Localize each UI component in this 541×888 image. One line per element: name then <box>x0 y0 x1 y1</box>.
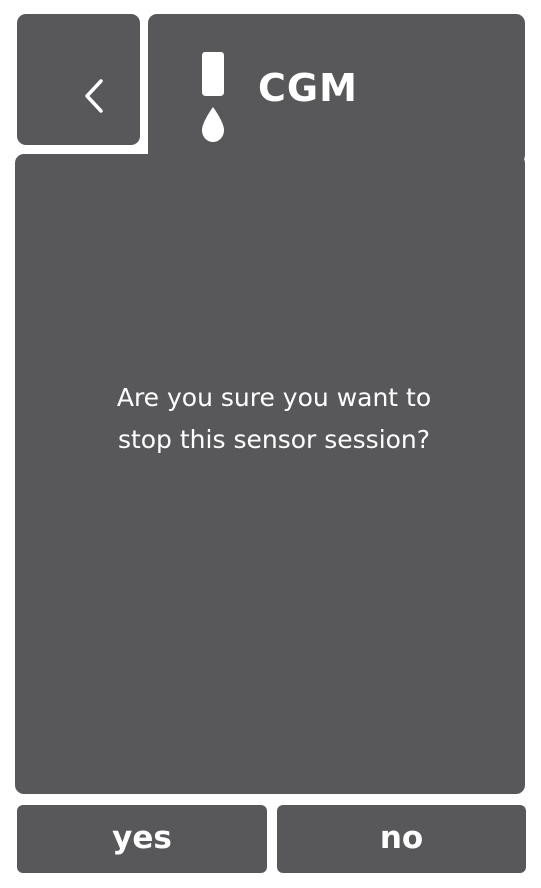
message-line-1: Are you sure you want to <box>116 383 432 412</box>
message-line-2: stop this sensor session? <box>117 425 431 454</box>
yes-button[interactable]: yes <box>17 805 267 873</box>
chevron-left-icon <box>85 79 103 113</box>
dialog-panel <box>15 154 525 794</box>
no-button[interactable]: no <box>277 805 526 873</box>
page-title: CGM <box>258 66 358 110</box>
back-button[interactable] <box>17 14 140 145</box>
confirmation-message: Are you sure you want to stop this senso… <box>15 377 533 461</box>
cgm-sensor-drop-icon <box>202 52 224 142</box>
